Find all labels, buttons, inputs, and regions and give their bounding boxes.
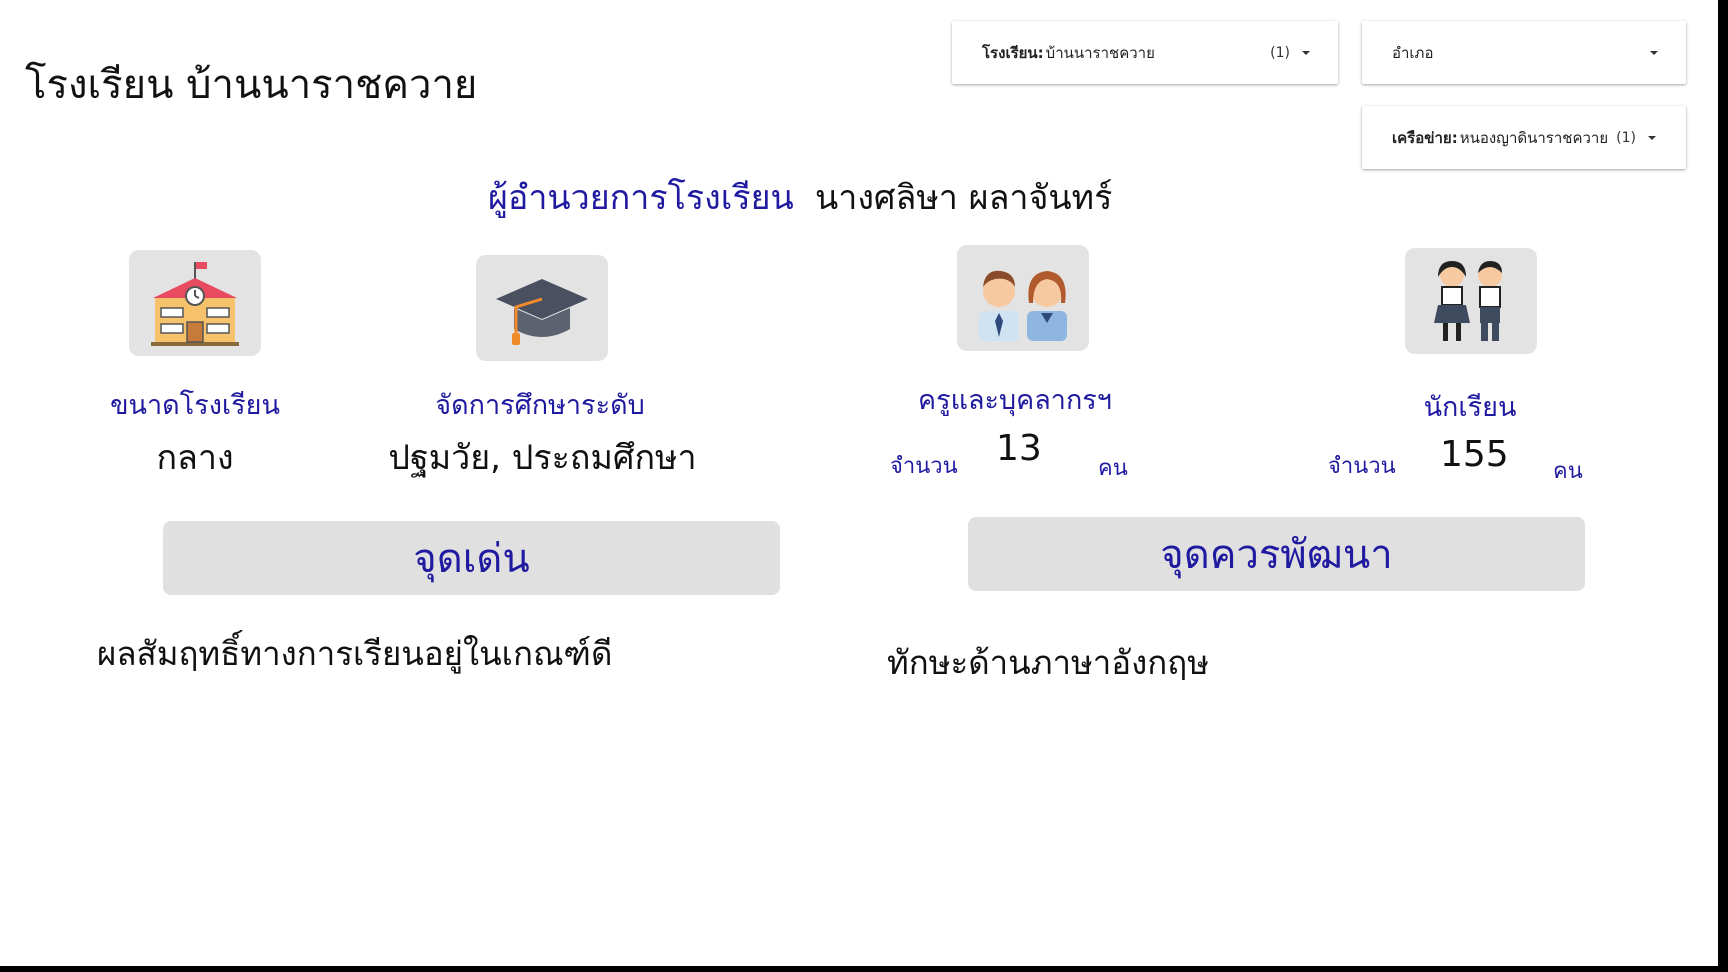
teachers-icon xyxy=(957,245,1089,351)
teachers-count-value: 13 xyxy=(996,428,1042,469)
improvements-header: จุดควรพัฒนา xyxy=(968,517,1585,591)
chevron-down-icon xyxy=(1302,50,1310,55)
strengths-text: ผลสัมฤทธิ์ทางการเรียนอยู่ในเกณฑ์ดี xyxy=(97,634,613,673)
chevron-down-icon xyxy=(1647,135,1656,140)
network-filter-count: (1) xyxy=(1616,129,1636,146)
page-title: โรงเรียน บ้านนาราชควาย xyxy=(25,62,478,108)
window-edge-bottom xyxy=(0,966,1728,972)
window-edge-right xyxy=(1718,0,1728,972)
students-count-value: 155 xyxy=(1440,434,1509,475)
school-filter-label: โรงเรียน: xyxy=(982,43,1044,62)
teachers-count-unit: คน xyxy=(1098,456,1128,481)
network-filter-dropdown[interactable]: เครือข่าย: หนองญาดินาราชควาย (1) xyxy=(1362,106,1686,169)
school-filter-count: (1) xyxy=(1270,44,1290,61)
improvements-text: ทักษะด้านภาษาอังกฤษ xyxy=(887,643,1209,682)
teachers-count-label: จำนวน xyxy=(890,454,958,479)
dashboard-page: โรงเรียน บ้านนาราชควาย โรงเรียน: บ้านนาร… xyxy=(0,0,1728,972)
students-count-unit: คน xyxy=(1553,459,1583,484)
education-level-label: จัดการศึกษาระดับ xyxy=(435,390,645,421)
school-size-label: ขนาดโรงเรียน xyxy=(110,390,280,421)
school-building-icon xyxy=(129,250,261,356)
district-filter-dropdown[interactable]: อำเภอ xyxy=(1362,21,1686,84)
students-icon xyxy=(1405,248,1537,354)
strengths-header: จุดเด่น xyxy=(163,521,780,595)
district-filter-label: อำเภอ xyxy=(1392,43,1434,62)
students-count-label: จำนวน xyxy=(1328,454,1396,479)
students-label: นักเรียน xyxy=(1423,392,1517,423)
school-size-value: กลาง xyxy=(156,438,234,478)
network-filter-value: หนองญาดินาราชควาย xyxy=(1459,128,1609,147)
graduation-cap-icon xyxy=(476,255,608,361)
teachers-label: ครูและบุคลากรฯ xyxy=(918,385,1112,416)
education-level-value: ปฐมวัย, ประถมศึกษา xyxy=(388,438,697,478)
chevron-down-icon xyxy=(1650,50,1658,55)
network-filter-label: เครือข่าย: xyxy=(1392,128,1458,147)
school-filter-dropdown[interactable]: โรงเรียน: บ้านนาราชควาย (1) xyxy=(952,21,1338,84)
school-filter-value: บ้านนาราชควาย xyxy=(1045,43,1155,62)
director-name: นางศลิษา ผลาจันทร์ xyxy=(815,178,1113,218)
director-label: ผู้อำนวยการโรงเรียน xyxy=(488,178,794,218)
